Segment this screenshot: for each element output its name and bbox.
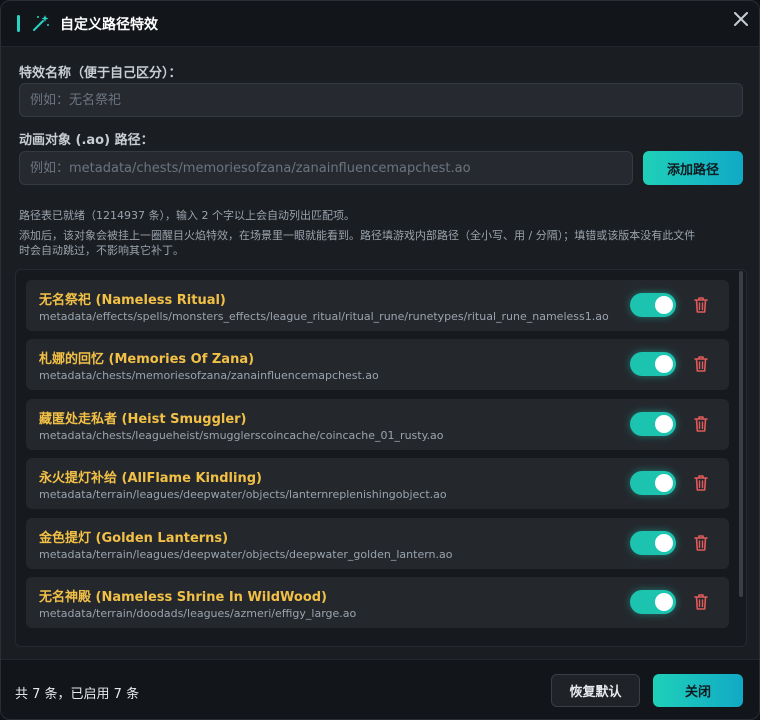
dialog-header: 自定义路径特效 (1, 1, 759, 47)
item-path: metadata/chests/memoriesofzana/zanainflu… (39, 369, 379, 383)
trash-icon[interactable] (692, 414, 710, 434)
trash-icon[interactable] (692, 533, 710, 553)
item-title: 札娜的回忆 (Memories Of Zana) (39, 352, 255, 368)
list-item: 永火提灯补给 (AllFlame Kindling) metadata/terr… (26, 458, 729, 510)
item-path: metadata/effects/spells/monsters_effects… (39, 310, 609, 323)
trash-icon[interactable] (692, 295, 710, 315)
effects-list: 无名祭祀 (Nameless Ritual) metadata/effects/… (15, 269, 747, 647)
item-title: 金色提灯 (Golden Lanterns) (39, 530, 229, 546)
add-path-button[interactable]: 添加路径 (643, 151, 743, 185)
enable-toggle[interactable] (630, 471, 676, 496)
enable-toggle[interactable] (630, 411, 676, 436)
dialog-footer: 共 7 条，已启用 7 条 恢复默认 关闭 (1, 659, 759, 719)
enable-toggle[interactable] (630, 589, 676, 614)
list-item: 金色提灯 (Golden Lanterns) metadata/terrain/… (26, 517, 729, 569)
ao-path-input[interactable] (19, 151, 633, 185)
toggle-knob (655, 355, 673, 374)
item-title: 无名神殿 (Nameless Shrine In WildWood) (39, 589, 327, 605)
toggle-knob (655, 296, 673, 314)
item-title: 无名祭祀 (Nameless Ritual) (39, 293, 226, 308)
toggle-knob (655, 414, 673, 433)
toggle-knob (655, 474, 673, 493)
dialog-title: 自定义路径特效 (60, 17, 158, 33)
custom-path-effects-dialog: 自定义路径特效 特效名称（便于自己区分）： 动画对象 (.ao) 路径： 添加路… (0, 0, 760, 720)
effect-name-label: 特效名称（便于自己区分）： (19, 66, 182, 81)
reset-default-button[interactable]: 恢复默认 (551, 674, 640, 707)
list-item: 藏匿处走私者 (Heist Smuggler) metadata/chests/… (26, 398, 729, 450)
enable-toggle[interactable] (630, 352, 676, 377)
ao-path-label: 动画对象 (.ao) 路径： (19, 133, 154, 148)
item-path: metadata/terrain/doodads/leagues/azmeri/… (39, 606, 357, 620)
effects-list-items: 无名祭祀 (Nameless Ritual) metadata/effects/… (26, 280, 729, 636)
list-scrollbar[interactable] (739, 271, 745, 645)
header-accent-bar (17, 15, 20, 32)
list-scrollbar-thumb[interactable] (739, 271, 743, 597)
list-item: 札娜的回忆 (Memories Of Zana) metadata/chests… (26, 339, 729, 391)
list-item: 无名祭祀 (Nameless Ritual) metadata/effects/… (26, 280, 729, 331)
description-line-1: 添加后，该对象会被挂上一圈醒目火焰特效，在场景里一眼就能看到。路径填游戏内部路径… (19, 229, 696, 242)
trash-icon[interactable] (692, 473, 710, 493)
item-title: 藏匿处走私者 (Heist Smuggler) (39, 411, 247, 427)
trash-icon[interactable] (692, 354, 710, 374)
count-status: 共 7 条，已启用 7 条 (15, 687, 140, 702)
toggle-knob (655, 592, 673, 611)
item-path: metadata/terrain/leagues/deepwater/objec… (39, 488, 447, 502)
item-path: metadata/chests/leagueheist/smugglerscoi… (39, 428, 444, 442)
description-line-2: 时会自动跳过，不影响其它补丁。 (19, 244, 184, 257)
toggle-knob (655, 533, 673, 552)
trash-icon[interactable] (692, 592, 710, 612)
close-icon[interactable] (729, 7, 753, 31)
magic-wand-icon (31, 13, 51, 33)
item-title: 永火提灯补给 (AllFlame Kindling) (39, 471, 262, 487)
path-table-status: 路径表已就绪（1214937 条），输入 2 个字以上会自动列出匹配项。 (19, 209, 355, 222)
effect-name-input[interactable] (19, 83, 743, 117)
enable-toggle[interactable] (630, 530, 676, 555)
list-item: 无名神殿 (Nameless Shrine In WildWood) metad… (26, 576, 729, 628)
item-path: metadata/terrain/leagues/deepwater/objec… (39, 547, 453, 561)
enable-toggle[interactable] (630, 293, 676, 317)
close-button[interactable]: 关闭 (653, 674, 743, 707)
